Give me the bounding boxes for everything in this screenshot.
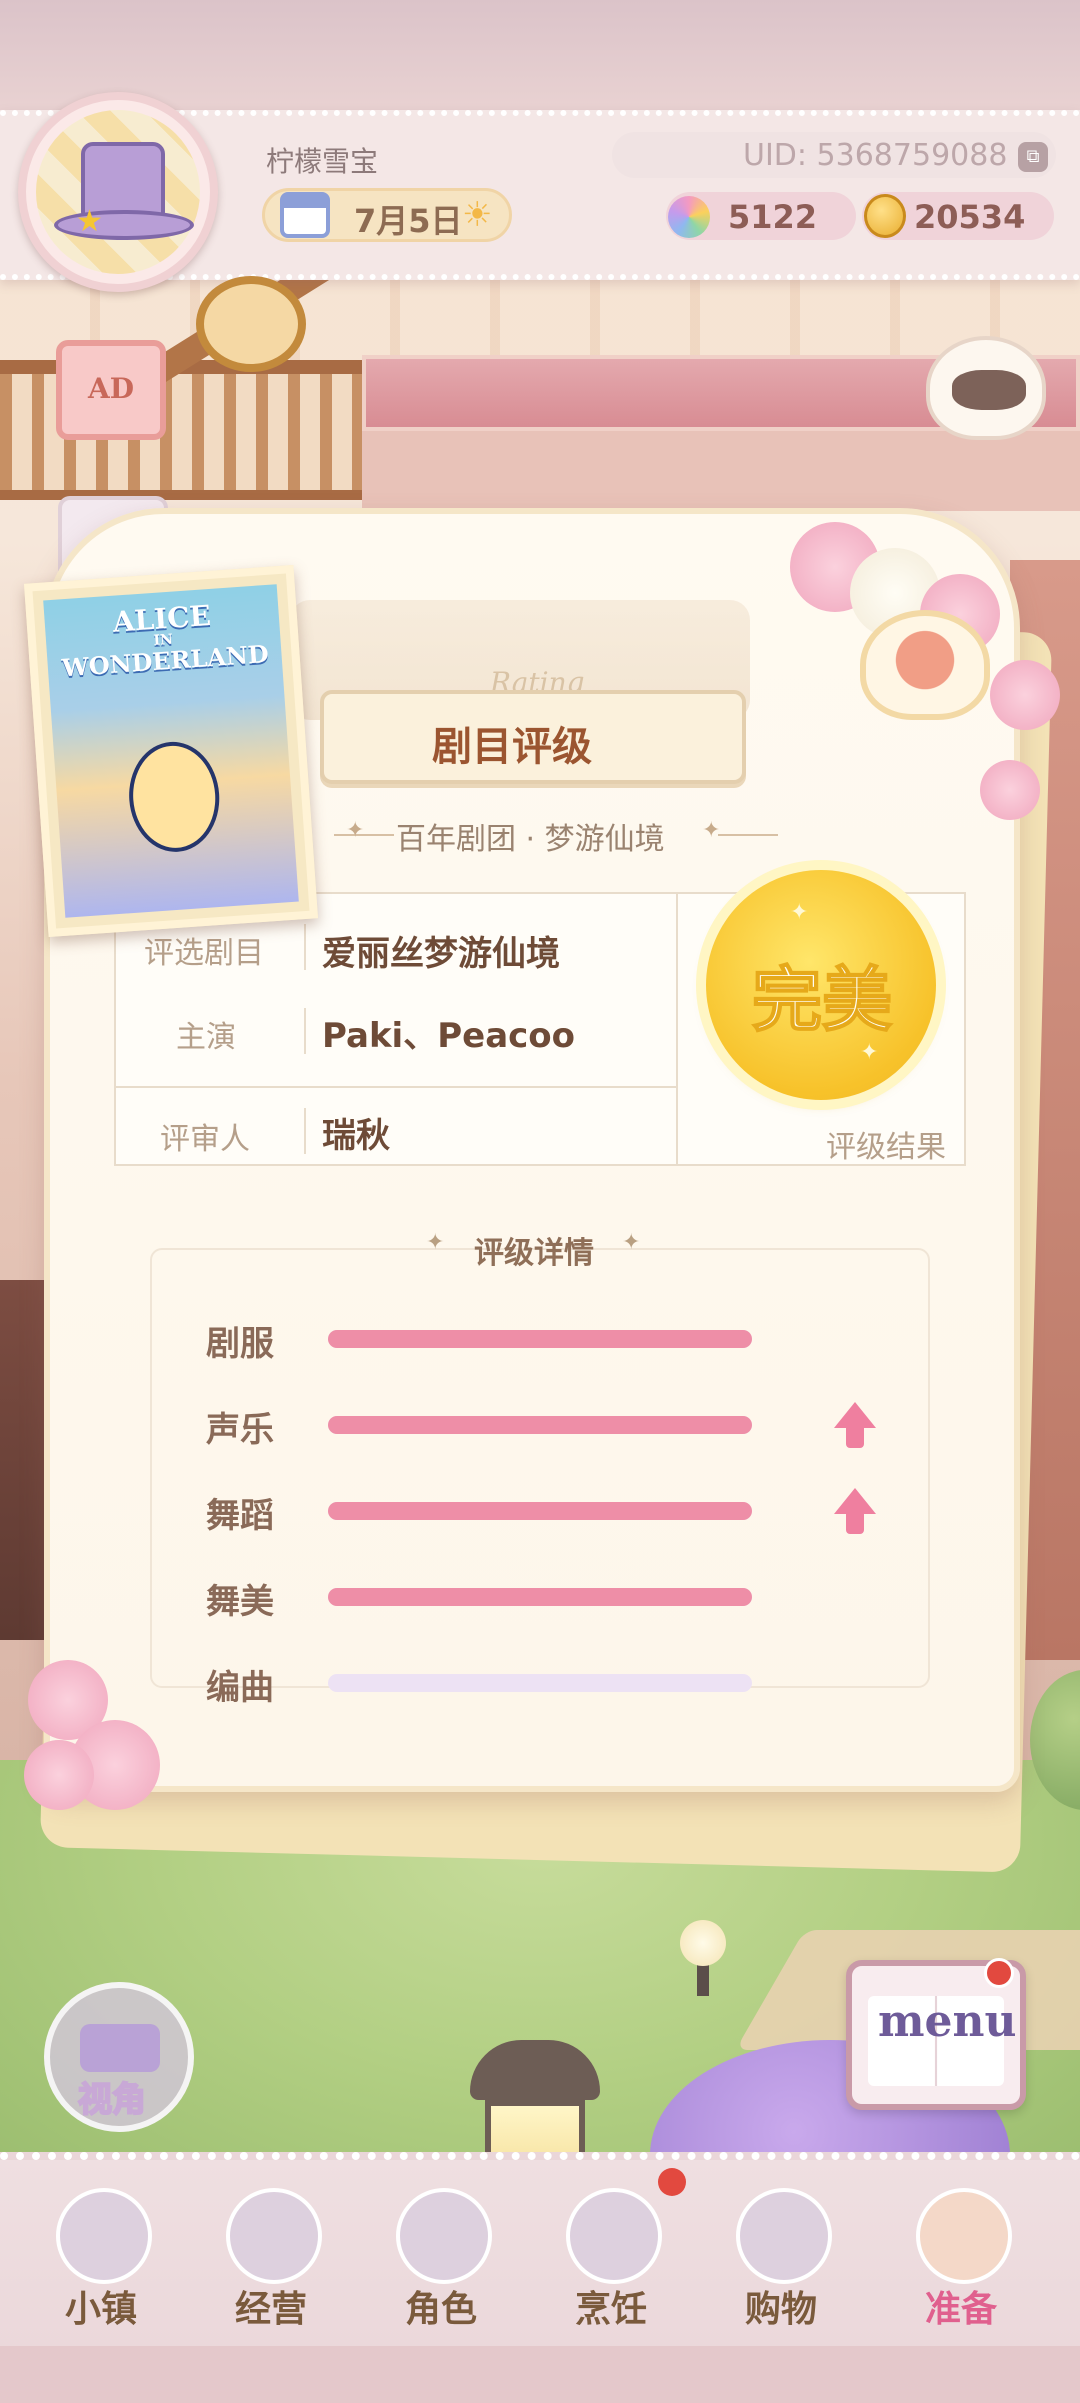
info-row-divider — [114, 1086, 676, 1088]
sun-icon: ☀ — [462, 195, 493, 235]
banner-shadow — [362, 431, 1080, 511]
sparkle-icon: ✦ — [622, 1230, 641, 1255]
sparkle-icon: ✦ — [702, 818, 721, 843]
coin-count: 20534 — [914, 198, 1026, 236]
sparkle-icon: ✦ — [346, 818, 365, 843]
cell-separator — [304, 1108, 306, 1154]
rose-decoration — [24, 1740, 94, 1810]
stat-label-music: 编曲 — [206, 1668, 274, 1708]
nav-label: 购物 — [744, 2289, 817, 2330]
rating-result: 完美 — [751, 957, 893, 1042]
copy-icon[interactable]: ⧉ — [1018, 142, 1048, 172]
gem-count: 5122 — [728, 198, 818, 236]
nav-label: 角色 — [404, 2289, 477, 2330]
stat-label-costume: 剧服 — [206, 1324, 274, 1364]
stat-label-vocals: 声乐 — [206, 1410, 274, 1450]
panel-title: 剧目评级 — [432, 724, 592, 770]
nav-character[interactable]: 角色 — [366, 2170, 516, 2340]
poster-title: ALICE IN WONDERLAND — [58, 597, 270, 683]
stat-fill — [328, 1588, 752, 1606]
stat-bar-stage — [328, 1588, 752, 1606]
sparkle-icon: ✦ — [790, 900, 809, 925]
raccoon-chat-icon[interactable] — [926, 336, 1046, 440]
cooking-notification-dot — [658, 2168, 686, 2196]
stat-bar-music — [328, 1674, 752, 1692]
stat-fill — [328, 1502, 752, 1520]
nav-cooking[interactable]: 烹饪 — [536, 2170, 686, 2340]
play-label: 评选剧目 — [144, 936, 264, 971]
up-arrow-icon — [834, 1402, 876, 1450]
player-avatar[interactable]: ★ — [18, 92, 218, 292]
teacup-decoration — [860, 610, 990, 720]
stat-bar-vocals — [328, 1416, 752, 1434]
details-title: 评级详情 — [474, 1236, 594, 1271]
up-arrow-icon — [834, 1488, 876, 1536]
ad-button[interactable]: AD — [56, 340, 166, 440]
lantern-cap — [470, 2040, 600, 2100]
camera-view-label: 视角 — [77, 2079, 147, 2121]
nav-shopping[interactable]: 购物 — [706, 2170, 856, 2340]
gift-bag-icon — [736, 2188, 832, 2284]
stat-bar-dance — [328, 1502, 752, 1520]
basket-icon — [916, 2188, 1012, 2284]
coin-icon — [864, 194, 906, 238]
date-text: 7月5日 — [354, 202, 463, 240]
sandwich-icon — [566, 2188, 662, 2284]
nav-label: 经营 — [234, 2289, 307, 2330]
menu-notification-dot — [984, 1958, 1014, 1988]
uid-text: UID: 5368759088 — [743, 138, 1008, 173]
cell-separator — [304, 1008, 306, 1054]
rose-decoration — [980, 760, 1040, 820]
camera-icon — [80, 2024, 160, 2072]
shopping-bag-icon — [226, 2188, 322, 2284]
nav-business[interactable]: 经营 — [196, 2170, 346, 2340]
lead-value: Paki、Peacoo — [322, 1016, 576, 1056]
stat-label-dance: 舞蹈 — [206, 1496, 274, 1536]
stat-label-stage: 舞美 — [206, 1582, 274, 1622]
nav-label: 小镇 — [64, 2289, 137, 2330]
wall-portrait — [196, 276, 306, 372]
sparkle-icon: ✦ — [426, 1230, 445, 1255]
judge-value: 瑞秋 — [322, 1116, 390, 1156]
small-lamp — [680, 1920, 726, 1966]
nav-label: 准备 — [924, 2289, 997, 2330]
alice-illustration — [125, 738, 223, 855]
rose-decoration — [990, 660, 1060, 730]
map-icon — [56, 2188, 152, 2284]
lead-label: 主演 — [176, 1020, 236, 1055]
subtitle-divider-right — [718, 834, 778, 836]
play-value: 爱丽丝梦游仙境 — [322, 934, 560, 974]
nav-town[interactable]: 小镇 — [26, 2170, 176, 2340]
calendar-icon — [280, 192, 330, 238]
menu-label: menu — [878, 1996, 1017, 2047]
cell-separator — [304, 924, 306, 970]
bottom-edge — [0, 2346, 1080, 2403]
stat-fill — [328, 1330, 752, 1348]
username: 柠檬雪宝 — [266, 145, 379, 178]
hat-brim — [54, 210, 194, 240]
judge-label: 评审人 — [160, 1122, 250, 1157]
rainbow-gem-icon — [668, 196, 710, 238]
play-poster: ALICE IN WONDERLAND — [23, 565, 319, 937]
nav-label: 烹饪 — [574, 2289, 647, 2330]
character-icon — [396, 2188, 492, 2284]
panel-subtitle: 百年剧团 · 梦游仙境 — [396, 822, 665, 857]
result-label: 评级结果 — [826, 1130, 946, 1165]
info-divider — [676, 892, 678, 1166]
stat-fill — [328, 1416, 752, 1434]
stat-bar-costume — [328, 1330, 752, 1348]
nav-prepare[interactable]: 准备 — [886, 2170, 1036, 2340]
star-icon: ★ — [76, 204, 103, 239]
